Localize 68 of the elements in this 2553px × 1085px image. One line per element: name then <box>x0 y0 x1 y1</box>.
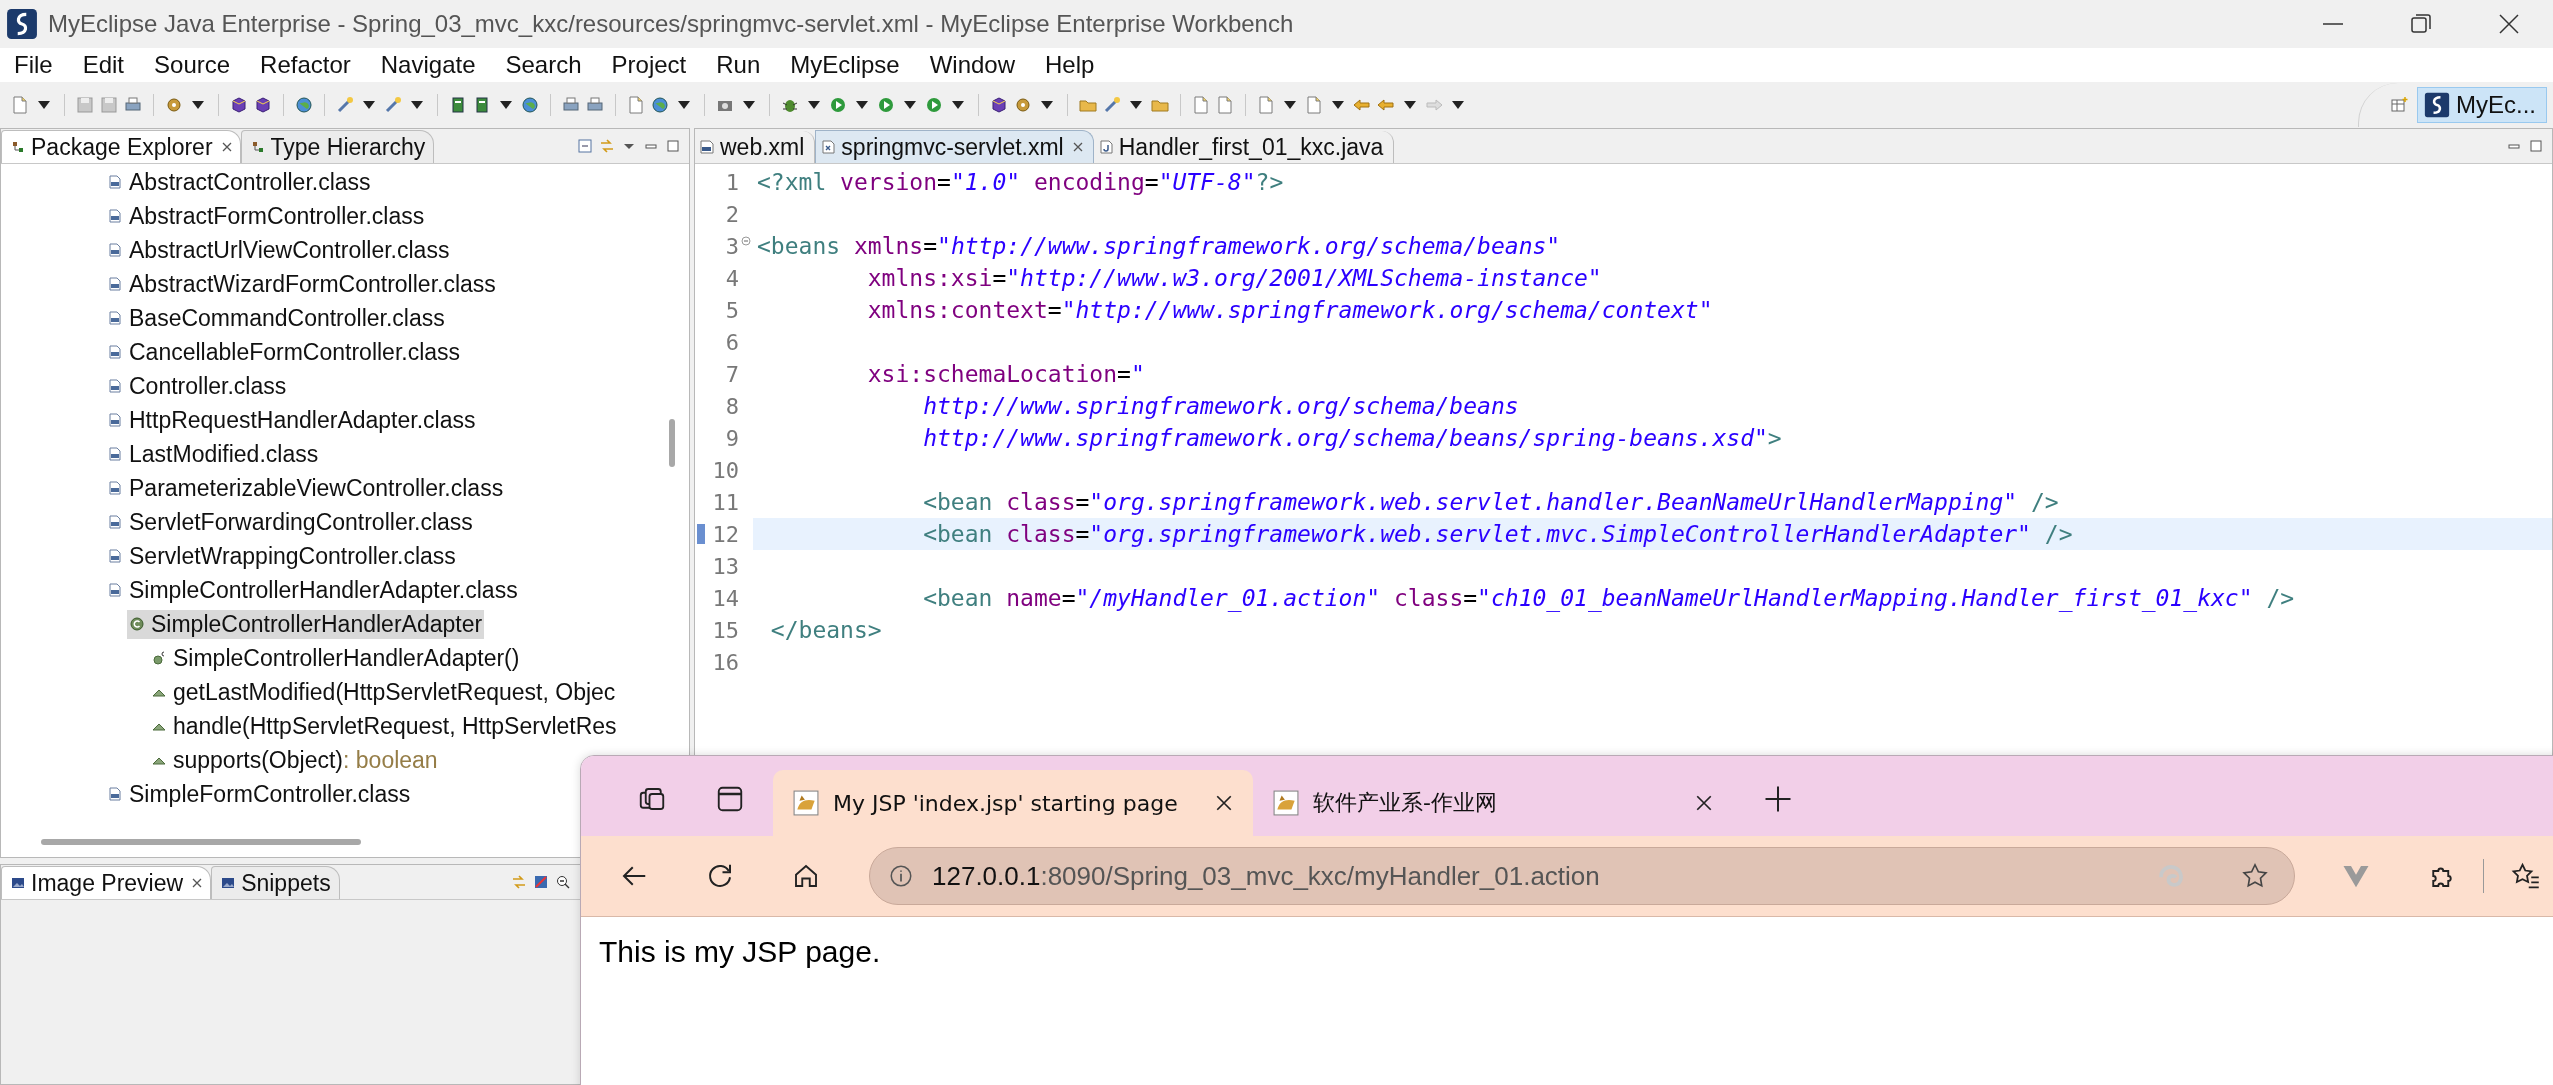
panel-tab[interactable]: Image Preview <box>1 866 212 899</box>
menu-item[interactable]: Search <box>505 51 582 79</box>
line-number: 9 <box>725 425 739 451</box>
tree-item[interactable]: HttpRequestHandlerAdapter.class <box>105 405 478 435</box>
tree-item[interactable]: getLastModified(HttpServletRequest, Objec <box>149 677 618 707</box>
editor-tab[interactable]: springmvc-servlet.xml <box>815 130 1094 163</box>
line-number: 4 <box>725 265 739 291</box>
line-number: 10 <box>712 457 739 483</box>
menu-item[interactable]: Project <box>611 51 687 79</box>
tree-item[interactable]: SimpleFormController.class <box>105 779 413 809</box>
tree-item[interactable]: SimpleControllerHandlerAdapter.class <box>105 575 520 605</box>
tree-item[interactable]: AbstractWizardFormController.class <box>105 269 498 299</box>
tree-item[interactable]: CancellableFormController.class <box>105 337 463 367</box>
line-number: 13 <box>712 553 739 579</box>
tree-item[interactable]: SimpleControllerHandlerAdapter() <box>149 643 522 673</box>
menu-item[interactable]: MyEclipse <box>790 51 900 79</box>
line-number: 11 <box>712 489 739 515</box>
tree-item[interactable]: supports(Object): boolean <box>149 745 440 775</box>
tree-item[interactable]: BaseCommandController.class <box>105 303 447 333</box>
code-line: <bean class="org.springframework.web.servlet.handler.BeanNameUrlHandlerMapping" /> <box>922 488 2060 517</box>
menu-item[interactable]: Refactor <box>260 51 351 79</box>
line-number: 6 <box>725 329 739 355</box>
tree-item[interactable]: LastModified.class <box>105 439 321 469</box>
tree-item[interactable]: handle(HttpServletRequest, HttpServletRes <box>149 711 619 741</box>
panel-tab[interactable]: Package Explorer <box>1 130 241 163</box>
tree-item[interactable]: ServletWrappingController.class <box>105 541 458 571</box>
code-line: <?xml version="1.0" encoding="UTF-8"?> <box>756 168 1285 197</box>
browser-tab[interactable]: 软件产业系-作业网 <box>1253 770 1733 836</box>
code-line: http://www.springframework.org/schema/beans/spring-beans.xsd"> <box>922 424 1783 453</box>
code-line: <bean name="/myHandler_01.action" class="ch10_01_beanNameUrlHandlerMapping.Handler_first_01_kxc" /> <box>922 584 2296 614</box>
line-number: 1 <box>725 169 739 195</box>
window-title: MyEclipse Java Enterprise - Spring_03_mvc_kxc/resources/springmvc-servlet.xml - MyEclipse Enterprise Workbench <box>48 10 1294 38</box>
menu-item[interactable]: Edit <box>82 51 125 79</box>
panel-tab[interactable]: Type Hierarchy <box>240 130 435 163</box>
code-line: xsi:schemaLocation=" <box>866 360 1146 389</box>
code-line: </beans> <box>769 616 883 645</box>
tree-item[interactable]: AbstractFormController.class <box>105 201 427 231</box>
perspective-button[interactable]: MyEc... <box>2417 87 2547 123</box>
tree-item[interactable]: Controller.class <box>105 371 289 401</box>
code-line: http://www.springframework.org/schema/beans <box>922 392 1520 421</box>
code-line: xmlns:context="http://www.springframework.org/schema/context" <box>866 296 1714 325</box>
panel-tab[interactable]: Snippets <box>211 866 340 899</box>
line-number: 14 <box>712 585 739 611</box>
line-number: 5 <box>725 297 739 323</box>
line-number: 8 <box>725 393 739 419</box>
menu-item[interactable]: Navigate <box>380 51 476 79</box>
line-number: 12 <box>712 521 739 547</box>
line-number: 3 <box>725 233 739 259</box>
menu-item[interactable]: Source <box>154 51 231 79</box>
browser-tab[interactable]: My JSP 'index.jsp' starting page <box>773 770 1253 836</box>
line-number: 7 <box>725 361 739 387</box>
menu-item[interactable]: File <box>14 51 53 79</box>
menu-item[interactable]: Run <box>716 51 761 79</box>
tree-item[interactable]: ParameterizableViewController.class <box>105 473 506 503</box>
tree-item[interactable]: ServletForwardingController.class <box>105 507 475 537</box>
tree-item[interactable]: AbstractUrlViewController.class <box>105 235 452 265</box>
menu-item[interactable]: Help <box>1045 51 1095 79</box>
line-number: 15 <box>712 617 739 643</box>
line-number: 2 <box>725 201 739 227</box>
code-line: xmlns:xsi="http://www.w3.org/2001/XMLSchema-instance" <box>866 264 1603 293</box>
editor-tab[interactable]: Handler_first_01_kxc.java <box>1093 131 1395 163</box>
code-line: <beans xmlns="http://www.springframework.org/schema/beans" <box>756 232 1562 261</box>
page-text: This is my JSP page. <box>599 935 881 969</box>
line-number: 16 <box>712 649 739 675</box>
address-field[interactable]: 127.0.0.1:8090/Spring_03_mvc_kxc/myHandler_01.action <box>869 847 2295 905</box>
menu-item[interactable]: Window <box>929 51 1015 79</box>
tree-item[interactable]: AbstractController.class <box>105 167 373 197</box>
tree-item[interactable]: SimpleControllerHandlerAdapter <box>127 609 485 639</box>
